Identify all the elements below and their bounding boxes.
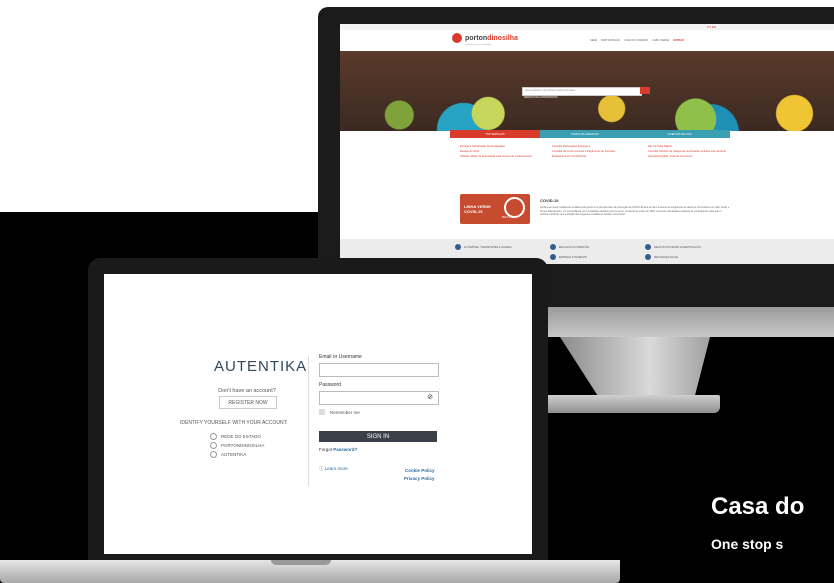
provider-autentika[interactable]: AUTENTIKA: [210, 450, 264, 459]
forgot-password[interactable]: Forgot Password?: [319, 447, 357, 452]
language-switch[interactable]: PT EN: [707, 25, 716, 29]
service-note[interactable]: SERVIÇO DE CONTRAPROVA: [524, 96, 558, 99]
laptop-notch: [271, 560, 331, 565]
provider-list: REDE DO ESTADO PORTONDINOSILHA AUTENTIKA: [210, 432, 264, 459]
service-link[interactable]: Enquadramento Contribuintes: [552, 154, 632, 159]
learn-more-link[interactable]: ⓘ Learn more: [319, 466, 348, 472]
brand-logo: AUTENTIKA: [214, 358, 308, 375]
email-label: Email or Username: [319, 354, 362, 360]
footer-item[interactable]: SEGURANÇA SOCIAL: [645, 254, 678, 260]
service-link[interactable]: Solicitar código de autorização para com…: [460, 154, 538, 159]
covid-badge-text: LINHA VERDE COVID-19: [464, 204, 491, 214]
service-tabs: TOP SERVIÇOS TODOS OS SERVIÇOS EVENTOS D…: [450, 130, 730, 138]
logo-tagline: Portal de serviços ao cidadão: [465, 44, 492, 46]
service-link[interactable]: Secretaria Digital - Lista de Concursos: [648, 154, 738, 159]
column-divider: [308, 356, 309, 486]
logo-icon: [452, 33, 462, 43]
caption-title: Casa do: [711, 493, 805, 520]
id-card-icon: [645, 244, 651, 250]
links-column-3: NIF Consulta Salário Consulta histórico …: [648, 144, 738, 159]
briefcase-icon: [550, 254, 556, 260]
password-field[interactable]: ⊘: [319, 391, 439, 405]
caption-subtitle: One stop s: [711, 536, 784, 552]
cookie-policy-link[interactable]: Cookie Policy: [404, 467, 435, 475]
search-input[interactable]: Quero efetuar o meu primeiro reforço de …: [522, 87, 642, 96]
people-icon: [645, 254, 651, 260]
check-circle-icon: [210, 451, 217, 459]
main-nav: SEDE PARTICIPAÇÃO CASA DO CIDADÃO CABO V…: [590, 39, 684, 42]
top-bar: [340, 24, 834, 30]
no-account-text: Don't have an account?: [218, 388, 276, 394]
site-logo[interactable]: portondinosilha: [452, 33, 518, 43]
footer-item[interactable]: REGISTO NOTARIADO E IDENTIFICAÇÃO: [645, 244, 701, 250]
footer-item[interactable]: EDUCAÇÃO E FORMAÇÃO: [550, 244, 589, 250]
search-button[interactable]: [640, 87, 650, 94]
covid-text: Confira as novas medidas anunciadas pelo…: [540, 206, 730, 217]
sign-in-button[interactable]: SIGN IN: [319, 431, 437, 442]
remember-me[interactable]: Remember me: [319, 409, 360, 415]
tab-top-servicos[interactable]: TOP SERVIÇOS: [450, 130, 540, 138]
identify-heading: IDENTIFY YOURSELF WITH YOUR ACCOUNT:: [180, 420, 288, 426]
check-circle-icon: [210, 433, 217, 441]
nav-item-casa-do-cidadao[interactable]: CASA DO CIDADÃO: [624, 39, 648, 42]
covid-phone: 800 11 12: [502, 216, 514, 219]
footer-item[interactable]: EMPREGO E TRABALHO: [550, 254, 587, 260]
provider-rede-do-estado[interactable]: REDE DO ESTADO: [210, 432, 264, 441]
monitor-screen: PT EN portondinosilha Portal de serviços…: [340, 24, 834, 264]
nav-item-sede[interactable]: SEDE: [590, 39, 597, 42]
login-screen: AUTENTIKA Don't have an account? REGISTE…: [104, 274, 532, 554]
footer-item[interactable]: AUTOMÓVEL, TRANSPORTES E VIAGENS: [455, 244, 512, 250]
covid-title: COVID-19: [540, 198, 559, 203]
eye-slash-icon[interactable]: ⊘: [427, 393, 433, 401]
register-button[interactable]: REGISTER NOW: [219, 396, 277, 409]
links-column-1: Entrega e Substituição de Declarações De…: [460, 144, 538, 159]
covid-hotline-badge[interactable]: LINHA VERDE COVID-19 800 11 12: [460, 194, 530, 224]
nav-login[interactable]: ENTRAR: [673, 39, 684, 42]
nav-item-cabo-verde[interactable]: CABO VERDE: [652, 39, 669, 42]
tab-todos-servicos[interactable]: TODOS OS SERVIÇOS: [540, 130, 630, 138]
provider-portondinosilha[interactable]: PORTONDINOSILHA: [210, 441, 264, 450]
check-circle-icon: [210, 442, 217, 450]
policy-links: Cookie Policy Privacy Policy: [404, 467, 435, 483]
email-field[interactable]: [319, 363, 439, 377]
remember-checkbox[interactable]: [319, 409, 325, 415]
password-label: Password: [319, 382, 341, 388]
privacy-policy-link[interactable]: Privacy Policy: [404, 475, 435, 483]
phone-icon: [504, 197, 525, 218]
monitor-stand: [520, 395, 720, 413]
logo-text: portondinosilha: [465, 34, 518, 42]
education-icon: [550, 244, 556, 250]
nav-item-participacao[interactable]: PARTICIPAÇÃO: [601, 39, 620, 42]
tab-eventos-vida[interactable]: EVENTOS DE VIDA: [630, 130, 730, 138]
links-column-2: Consulta Declarações Entregues Consulta …: [552, 144, 632, 159]
car-icon: [455, 244, 461, 250]
